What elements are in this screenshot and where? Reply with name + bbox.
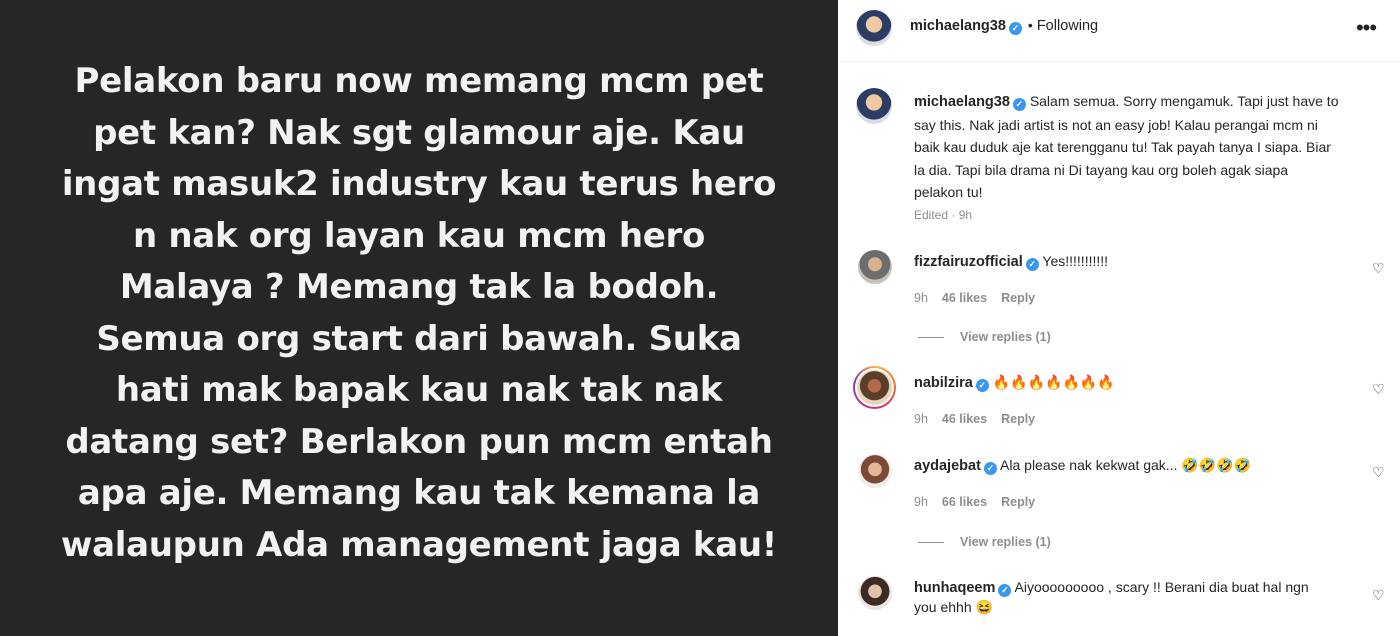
post-image-text: Pelakon baru now memang mcm pet pet kan?… — [0, 56, 838, 571]
like-heart-icon[interactable]: ♡ — [1372, 465, 1386, 479]
reply-button[interactable]: Reply — [1001, 495, 1035, 509]
post-image-line: Pelakon baru now memang mcm pet — [74, 61, 764, 101]
verified-badge-icon: ✓ — [1012, 98, 1026, 111]
post-image-line: hati mak bapak kau nak tak nak — [115, 370, 723, 410]
divider — [918, 542, 944, 544]
comment-avatar[interactable] — [857, 370, 892, 405]
comment-time: 9h — [914, 291, 928, 305]
caption-line: la dia. Tapi bila drama ni Di tayang kau… — [914, 161, 1289, 178]
caption-username[interactable]: michaelang38 — [914, 94, 1010, 110]
caption-line: pelakon tu! — [914, 184, 983, 200]
reply-button[interactable]: Reply — [1001, 412, 1035, 426]
comment-username[interactable]: hunhaqeem — [914, 580, 995, 596]
comment-likes[interactable]: 46 likes — [942, 412, 987, 426]
comment-text: Yes!!!!!!!!!!! — [1042, 253, 1109, 269]
post-image-line: ingat masuk2 industry kau terus hero — [61, 164, 777, 204]
comment-text-line: you ehhh 😆 — [914, 599, 993, 615]
comment-row: hunhaqeem ✓ Aiyooooooooo , scary !! Beran… — [914, 579, 1309, 597]
view-replies-label: View replies (1) — [960, 535, 1051, 549]
comment-text: Ala please nak kekwat gak... 🤣🤣🤣🤣 — [1000, 457, 1252, 473]
author-info: michaelang38 ✓ • Following — [910, 17, 1098, 35]
comment-likes[interactable]: 66 likes — [942, 495, 987, 509]
post-image-line: Semua org start dari bawah. Suka — [96, 318, 742, 359]
comment-avatar[interactable] — [858, 576, 892, 610]
verified-badge-icon: ✓ — [975, 379, 989, 392]
view-replies-label: View replies (1) — [960, 330, 1051, 344]
verified-badge-icon: ✓ — [1025, 258, 1039, 271]
view-replies-button[interactable]: View replies (1) — [918, 330, 1051, 344]
more-options-icon[interactable]: ••• — [1354, 16, 1378, 40]
like-heart-icon[interactable]: ♡ — [1372, 382, 1386, 396]
comment-text: Aiyooooooooo , scary !! Berani dia buat … — [1014, 579, 1309, 595]
like-heart-icon[interactable]: ♡ — [1372, 261, 1386, 275]
caption-avatar[interactable] — [856, 88, 892, 124]
post-header: michaelang38 ✓ • Following ••• — [838, 0, 1400, 62]
caption-line: say this. Nak jadi artist is not an easy… — [914, 116, 1318, 133]
verified-badge-icon: ✓ — [983, 462, 997, 475]
comment-meta: 9h 46 likes Reply — [914, 412, 1049, 426]
story-ring[interactable] — [853, 366, 896, 409]
post-image-line: walaupun Ada management jaga kau! — [61, 524, 777, 565]
separator-dot: • — [1027, 17, 1033, 33]
comment-row: nabilzira ✓ 🔥🔥🔥🔥🔥🔥🔥 — [914, 374, 1115, 392]
comment-username[interactable]: aydajebat — [914, 458, 981, 474]
author-avatar[interactable] — [856, 10, 892, 46]
following-button[interactable]: Following — [1037, 18, 1098, 34]
comment-time: 9h — [914, 495, 928, 509]
post-image-line: apa aje. Memang kau tak kemana la — [77, 473, 761, 513]
divider — [918, 337, 944, 339]
comment-username[interactable]: fizzfairuzofficial — [914, 254, 1023, 270]
post-image-line: n nak org layan kau mcm hero — [132, 215, 706, 256]
comments-panel: michaelang38 ✓ • Following ••• michaelang38… — [838, 0, 1400, 636]
comment-meta: 9h 46 likes Reply — [914, 291, 1049, 305]
comment-likes[interactable]: 46 likes — [942, 291, 987, 305]
post-image-line: pet kan? Nak sgt glamour aje. Kau — [93, 112, 745, 153]
comment-avatar[interactable] — [858, 454, 892, 488]
post-image: Pelakon baru now memang mcm pet pet kan?… — [0, 0, 838, 636]
verified-badge-icon: ✓ — [998, 584, 1012, 597]
author-username[interactable]: michaelang38 — [910, 18, 1006, 34]
verified-badge-icon: ✓ — [1008, 22, 1022, 35]
post-caption: michaelang38 ✓ Salam semua. Sorry mengamu… — [914, 90, 1384, 204]
view-replies-button[interactable]: View replies (1) — [918, 535, 1051, 549]
comment-avatar[interactable] — [858, 250, 892, 284]
post-image-line: datang set? Berlakon pun mcm entah — [65, 421, 773, 462]
comment-username[interactable]: nabilzira — [914, 375, 973, 391]
comment-row: aydajebat ✓ Ala please nak kekwat gak... … — [914, 457, 1251, 475]
caption-line: baik kau duduk aje kat terengganu tu! Ta… — [914, 139, 1331, 155]
post-image-line: Malaya ? Memang tak la bodoh. — [119, 267, 719, 307]
comment-row: fizzfairuzofficial ✓ Yes!!!!!!!!!!! — [914, 253, 1108, 271]
comment-text: 🔥🔥🔥🔥🔥🔥🔥 — [992, 374, 1115, 390]
caption-edited-time: Edited · 9h — [914, 208, 973, 222]
caption-line: Salam semua. Sorry mengamuk. Tapi just h… — [1029, 93, 1339, 109]
reply-button[interactable]: Reply — [1001, 291, 1035, 305]
like-heart-icon[interactable]: ♡ — [1372, 588, 1386, 602]
comment-meta: 9h 66 likes Reply — [914, 495, 1049, 509]
comment-time: 9h — [914, 412, 928, 426]
